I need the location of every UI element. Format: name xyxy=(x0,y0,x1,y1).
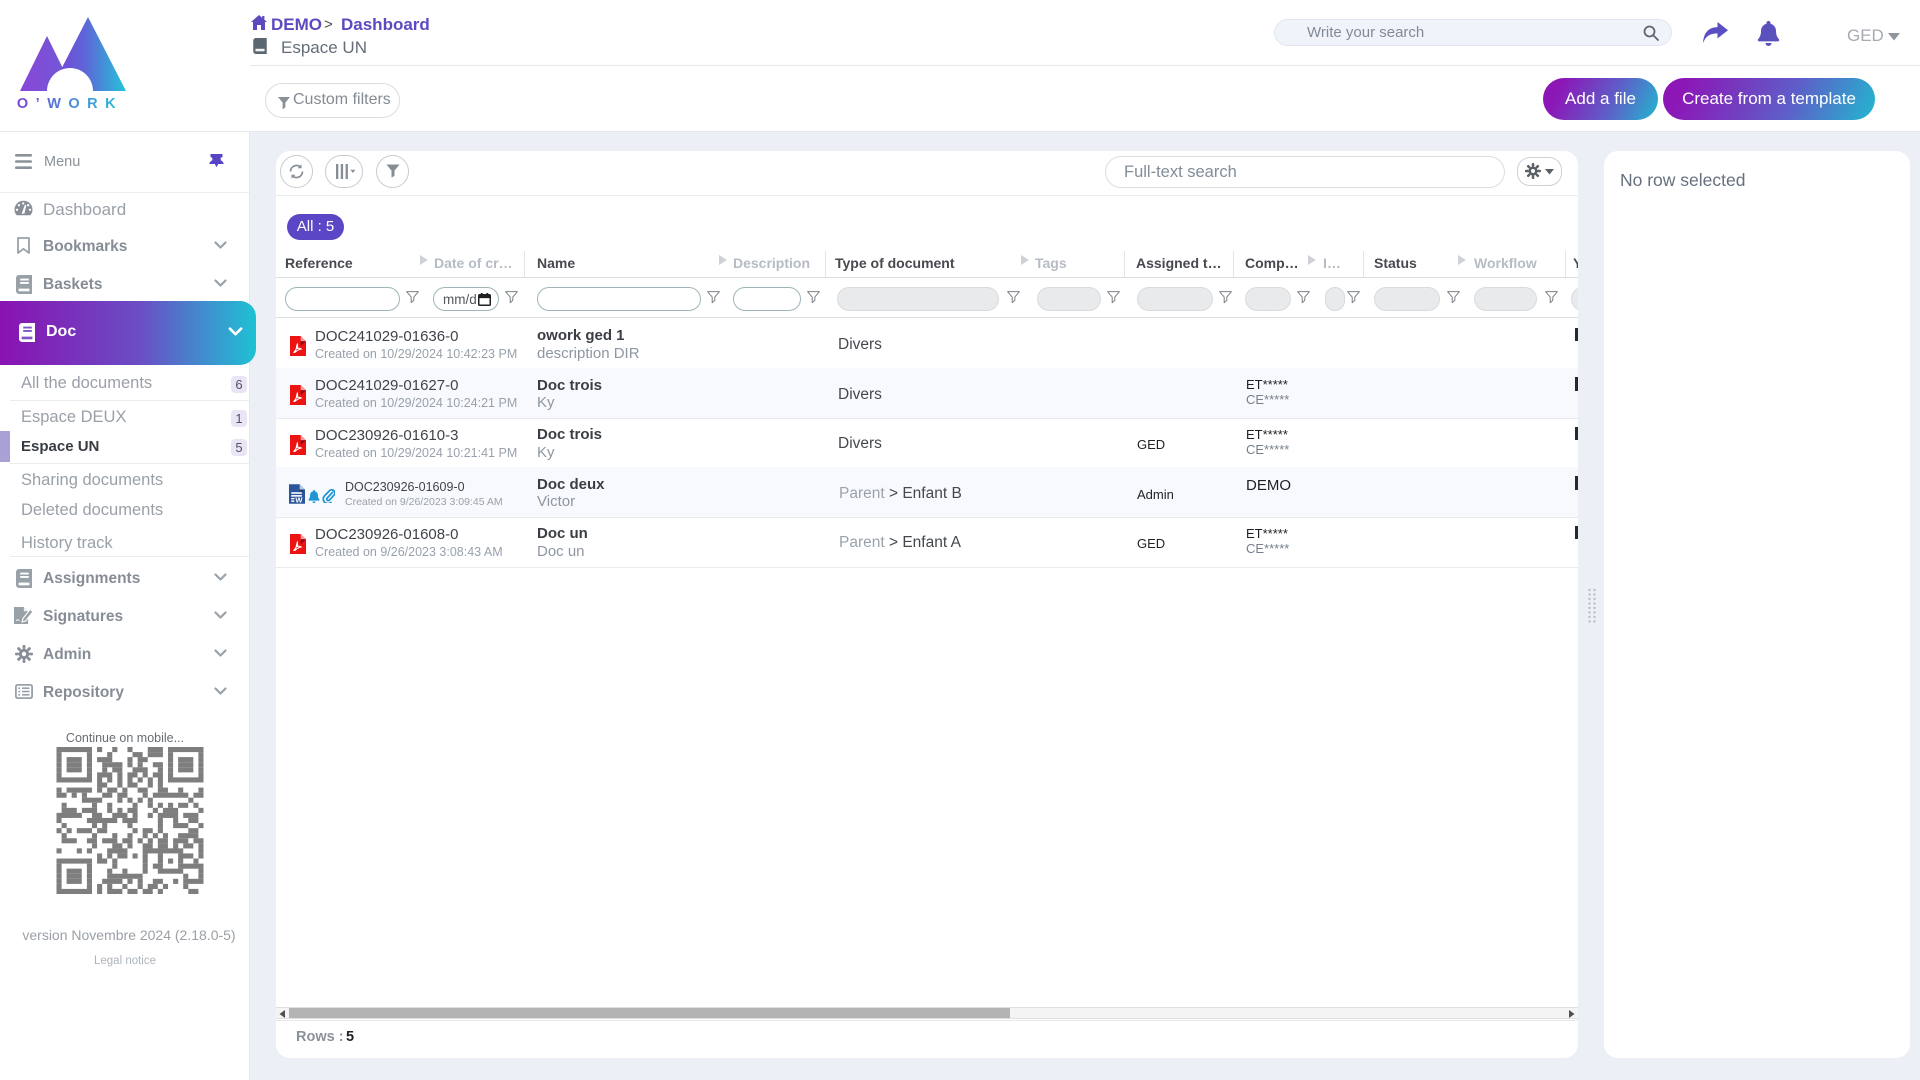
svg-text:W: W xyxy=(295,496,303,504)
